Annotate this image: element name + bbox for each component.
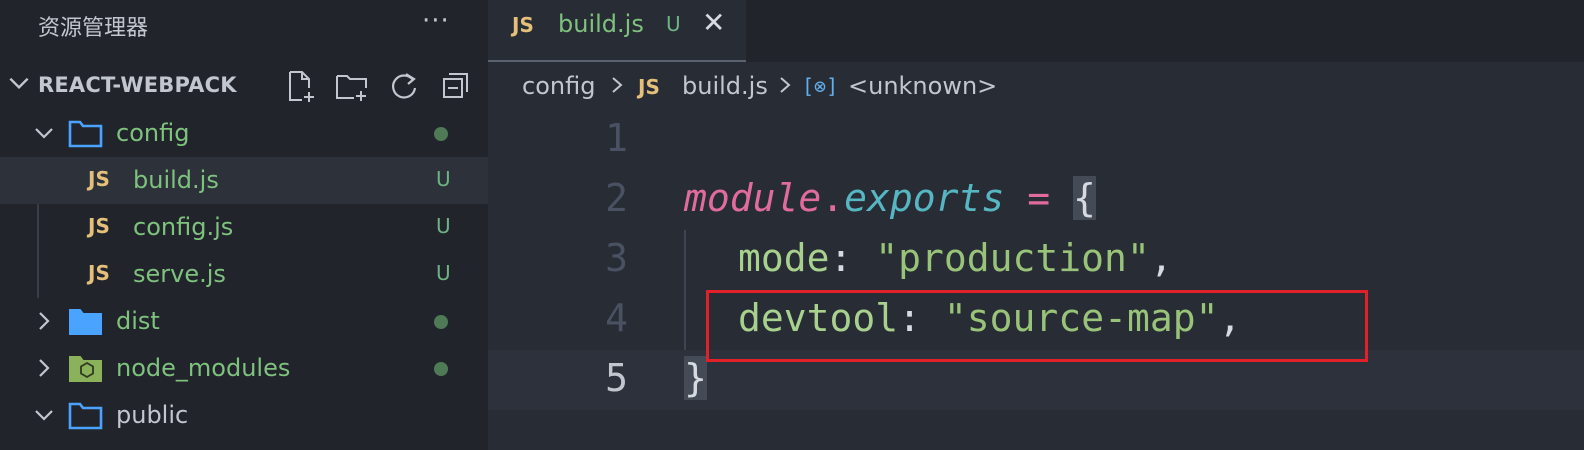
token-brace-open: { xyxy=(1072,176,1096,220)
modified-dot xyxy=(434,315,448,329)
token-colon: : xyxy=(829,236,876,280)
refresh-icon[interactable] xyxy=(386,68,422,104)
breadcrumb: config JS build.js [⊗] <unknown> xyxy=(488,62,1584,112)
tree-item-node-modules[interactable]: node_modules xyxy=(0,345,488,392)
collapse-all-icon[interactable] xyxy=(438,68,474,104)
new-folder-icon[interactable] xyxy=(334,68,370,104)
code-line: 3 mode: "production", xyxy=(488,230,1584,290)
editor-area: JS build.js U ✕ config JS build.js [⊗] <… xyxy=(488,0,1584,450)
code-text: } xyxy=(684,356,707,400)
folder-closed-icon xyxy=(69,309,102,335)
chevron-right-icon xyxy=(39,359,50,377)
tree-item-config-js[interactable]: JS config.js U xyxy=(0,204,488,251)
modified-dot xyxy=(434,362,448,376)
chevron-right-icon xyxy=(780,77,791,93)
chevron-down-icon xyxy=(35,128,53,139)
line-number: 2 xyxy=(605,176,628,220)
close-icon[interactable]: ✕ xyxy=(702,6,725,39)
untracked-badge: U xyxy=(436,261,451,285)
tree-item-build-js[interactable]: JS build.js U xyxy=(0,157,488,204)
folder-open-icon xyxy=(68,120,103,148)
line-number: 5 xyxy=(605,356,628,400)
breadcrumb-file[interactable]: build.js xyxy=(682,72,768,100)
token-module: module xyxy=(684,176,822,220)
tree-item-label: node_modules xyxy=(116,354,291,382)
untracked-badge: U xyxy=(666,12,681,36)
tree-item-label: build.js xyxy=(133,166,219,194)
tab-label: build.js xyxy=(558,10,644,38)
chevron-right-icon xyxy=(612,77,623,93)
tree-item-config[interactable]: config xyxy=(0,110,488,157)
code-editor[interactable]: 1 2 module.exports = { 3 mode: "producti… xyxy=(488,110,1584,450)
tree-item-dist[interactable]: dist xyxy=(0,298,488,345)
code-text: mode: "production", xyxy=(738,236,1173,280)
code-line: 1 xyxy=(488,110,1584,170)
tab-bar: JS build.js U ✕ xyxy=(488,0,1584,62)
tree-item-serve-js[interactable]: JS serve.js U xyxy=(0,251,488,298)
token-key: mode xyxy=(738,236,830,280)
code-text: module.exports = { xyxy=(684,176,1096,220)
code-line: 2 module.exports = { xyxy=(488,170,1584,230)
chevron-right-icon xyxy=(39,312,50,330)
untracked-badge: U xyxy=(436,167,451,191)
chevron-down-icon[interactable] xyxy=(6,70,32,96)
untracked-badge: U xyxy=(436,214,451,238)
tree-item-label: config xyxy=(116,119,190,147)
token-string: "production" xyxy=(875,236,1150,280)
js-file-icon: JS xyxy=(88,167,110,191)
js-file-icon: JS xyxy=(638,75,660,99)
js-file-icon: JS xyxy=(88,214,110,238)
tree-item-label: public xyxy=(116,401,189,429)
tree-item-label: config.js xyxy=(133,213,234,241)
js-file-icon: JS xyxy=(512,13,534,37)
annotation-highlight-box xyxy=(706,290,1368,362)
breadcrumb-symbol[interactable]: <unknown> xyxy=(848,72,997,100)
more-actions-icon[interactable]: ··· xyxy=(422,6,450,36)
line-number: 4 xyxy=(605,296,628,340)
explorer-header: 资源管理器 ··· xyxy=(0,0,488,50)
workspace-section-header[interactable]: REACT-WEBPACK xyxy=(0,62,488,108)
token-brace-close: } xyxy=(684,356,707,400)
token-dot: . xyxy=(821,176,845,220)
breadcrumb-folder[interactable]: config xyxy=(522,72,595,100)
chevron-down-icon xyxy=(35,410,53,421)
folder-open-icon xyxy=(68,402,103,430)
token-exports: exports xyxy=(844,176,1005,220)
js-file-icon: JS xyxy=(88,261,110,285)
symbol-variable-icon: [⊗] xyxy=(802,74,839,98)
tree-item-label: serve.js xyxy=(133,260,226,288)
line-number: 1 xyxy=(605,116,628,160)
explorer-title: 资源管理器 xyxy=(38,16,149,41)
workspace-title: REACT-WEBPACK xyxy=(38,73,237,97)
modified-dot xyxy=(434,127,448,141)
tab-build-js[interactable]: JS build.js U ✕ xyxy=(488,0,746,62)
line-number: 3 xyxy=(605,236,628,280)
token-assign: = xyxy=(1004,176,1073,220)
node-modules-folder-icon xyxy=(69,356,102,382)
token-comma: , xyxy=(1149,236,1173,280)
explorer-sidebar: 资源管理器 ··· REACT-WEBPACK config JS build.… xyxy=(0,0,488,450)
tree-item-public[interactable]: public xyxy=(0,392,488,439)
tree-item-label: dist xyxy=(116,307,160,335)
new-file-icon[interactable] xyxy=(282,68,318,104)
